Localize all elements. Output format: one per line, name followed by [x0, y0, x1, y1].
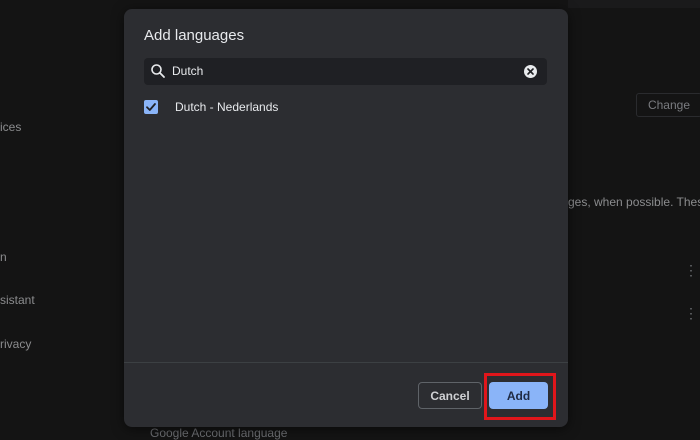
- language-checkbox[interactable]: [144, 100, 158, 114]
- dialog-title: Add languages: [144, 27, 245, 44]
- clear-icon[interactable]: [524, 65, 537, 78]
- add-languages-dialog: Add languages Dutch - Nederlands Cancel …: [124, 9, 568, 427]
- change-button[interactable]: Change: [636, 93, 700, 117]
- language-list-item[interactable]: Dutch - Nederlands: [144, 99, 544, 117]
- language-label: Dutch - Nederlands: [175, 100, 279, 114]
- sidebar-item-fragment: ices: [0, 120, 22, 134]
- search-icon: [151, 64, 165, 78]
- more-vert-icon[interactable]: ⋮: [684, 306, 698, 320]
- cancel-button[interactable]: Cancel: [418, 382, 482, 409]
- footer-divider: [124, 362, 568, 363]
- sidebar-item-fragment: sistant: [0, 293, 35, 307]
- more-vert-icon[interactable]: ⋮: [684, 263, 698, 277]
- add-button[interactable]: Add: [489, 382, 548, 409]
- description-text: ges, when possible. These: [568, 195, 700, 209]
- check-icon: [146, 103, 156, 111]
- sidebar-item-fragment: n: [0, 250, 7, 264]
- search-box[interactable]: [144, 58, 547, 85]
- sidebar-item-fragment: rivacy: [0, 337, 32, 351]
- background-top-bar: [568, 0, 700, 8]
- account-language-label: Google Account language: [150, 426, 288, 440]
- search-input[interactable]: [172, 62, 512, 80]
